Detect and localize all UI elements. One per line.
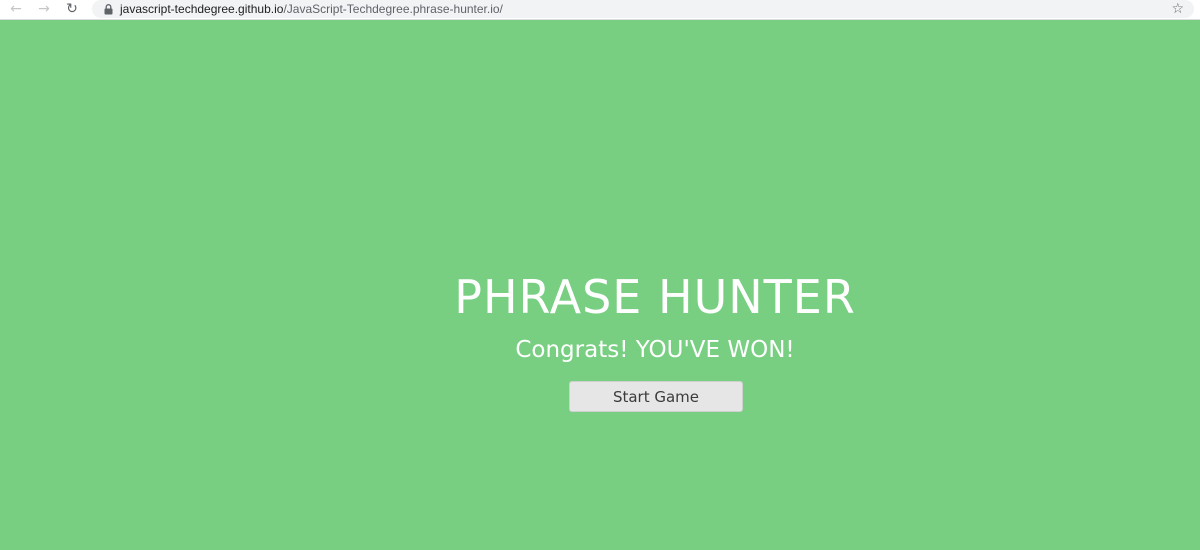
game-title: PHRASE HUNTER: [454, 270, 856, 324]
browser-toolbar: ← → ↻ javascript-techdegree.github.io/Ja…: [0, 0, 1200, 20]
forward-arrow-icon[interactable]: →: [34, 0, 54, 18]
reload-icon[interactable]: ↻: [62, 0, 82, 18]
url-path: /JavaScript-Techdegree.phrase-hunter.io/: [283, 2, 503, 16]
lock-icon: [102, 2, 114, 16]
game-over-message: Congrats! YOU'VE WON!: [515, 337, 795, 363]
url-text: javascript-techdegree.github.io/JavaScri…: [120, 2, 503, 16]
bookmark-star-icon[interactable]: ☆: [1171, 0, 1184, 18]
url-host: javascript-techdegree.github.io: [120, 2, 284, 16]
address-bar[interactable]: javascript-techdegree.github.io/JavaScri…: [92, 0, 1194, 18]
start-game-button[interactable]: Start Game: [569, 381, 743, 412]
back-arrow-icon[interactable]: ←: [6, 0, 26, 18]
